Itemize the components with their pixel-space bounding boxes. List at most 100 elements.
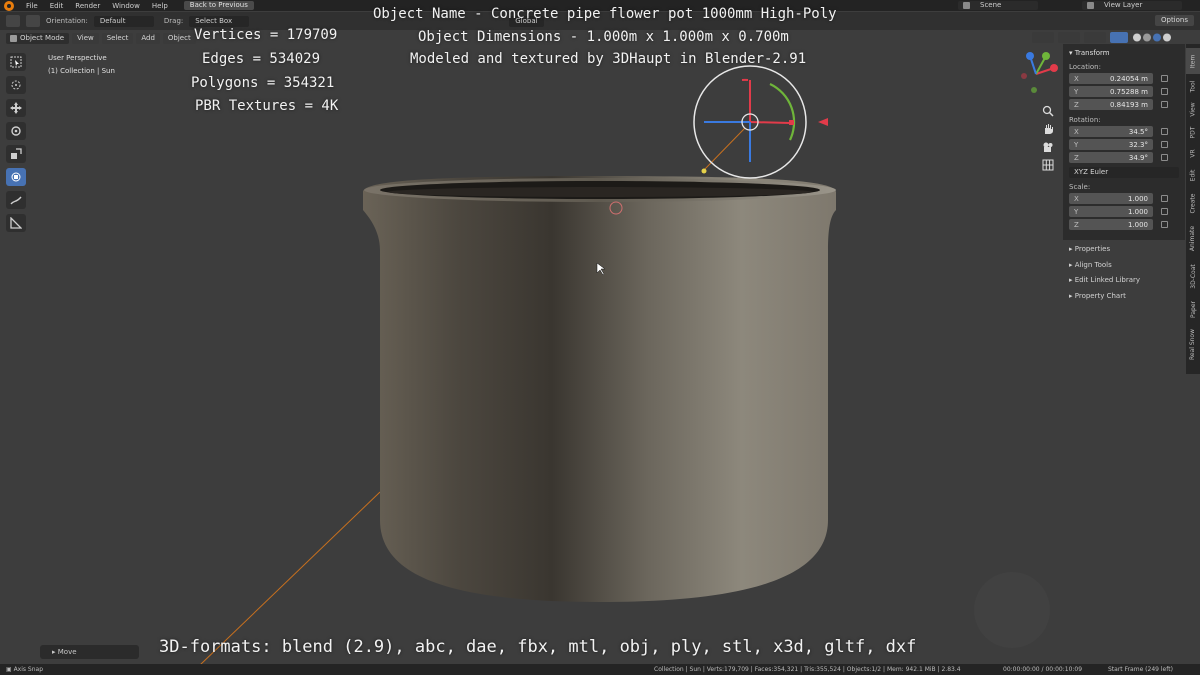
property-chart-section[interactable]: ▸ Property Chart	[1063, 289, 1185, 305]
sidebar-sections: ▸ Properties ▸ Align Tools ▸ Edit Linked…	[1063, 242, 1185, 304]
field-value: 1.000	[1127, 194, 1148, 203]
tab-label: Create	[1189, 193, 1197, 213]
object-menu[interactable]: Object	[162, 32, 196, 44]
menu-edit[interactable]: Edit	[44, 2, 70, 10]
orientation-dropdown[interactable]: Default	[93, 15, 154, 27]
scale-y-field[interactable]: Y 1.000	[1069, 206, 1153, 217]
lock-icon[interactable]	[1161, 88, 1168, 95]
tab-edit[interactable]: Edit	[1186, 164, 1200, 186]
tab-tool[interactable]: Tool	[1186, 76, 1200, 96]
blender-logo-icon[interactable]	[4, 0, 14, 11]
annotate-tool-icon[interactable]	[6, 191, 26, 209]
drag-dropdown[interactable]: Select Box	[189, 15, 250, 27]
back-to-previous-button[interactable]: Back to Previous	[183, 1, 254, 10]
transform-tool-icon[interactable]	[6, 168, 26, 186]
tab-3d-coat[interactable]: 3D-Coat	[1186, 258, 1200, 294]
tab-label: View	[1189, 101, 1197, 117]
sidebar-transform-panel: ▾ Transform Location: X 0.24054 m Y 0.7528…	[1063, 44, 1185, 240]
options-button[interactable]: Options	[1154, 15, 1194, 26]
tab-label: Edit	[1189, 169, 1197, 181]
select-box-tool-icon[interactable]	[6, 53, 26, 71]
view-menu[interactable]: View	[72, 32, 99, 44]
tab-label: Item	[1189, 54, 1197, 68]
scale-label: Scale:	[1069, 183, 1091, 191]
menu-help[interactable]: Help	[146, 2, 174, 10]
pbr-textures-info: PBR Textures = 4K	[195, 98, 339, 114]
pan-hand-icon[interactable]	[1040, 122, 1056, 136]
properties-section[interactable]: ▸ Properties	[1063, 242, 1185, 258]
rotation-y-field[interactable]: Y 32.3°	[1069, 139, 1153, 150]
rotate-tool-icon[interactable]	[6, 122, 26, 140]
cursor-tool-icon[interactable]	[6, 76, 26, 94]
lock-icon[interactable]	[1161, 154, 1168, 161]
scene-selector[interactable]: Scene	[958, 1, 1038, 10]
edit-linked-library-section[interactable]: ▸ Edit Linked Library	[1063, 273, 1185, 289]
field-value: 0.84193 m	[1110, 100, 1148, 109]
rotation-x-field[interactable]: X 34.5°	[1069, 126, 1153, 137]
select-menu[interactable]: Select	[101, 32, 134, 44]
zoom-icon[interactable]	[1040, 104, 1056, 118]
view-navigation-circle[interactable]	[974, 572, 1050, 648]
field-value: 34.9°	[1128, 153, 1148, 162]
section-label: Property Chart	[1074, 291, 1126, 300]
tab-label: VR	[1189, 148, 1197, 158]
measure-tool-icon[interactable]	[6, 214, 26, 232]
object-name-title: Object Name - Concrete pipe flower pot 1…	[373, 6, 837, 22]
active-tool-icon[interactable]	[26, 15, 40, 27]
scale-z-field[interactable]: Z 1.000	[1069, 219, 1153, 230]
drag-label: Drag:	[163, 17, 184, 25]
lock-icon[interactable]	[1161, 221, 1168, 228]
object-mode-dropdown[interactable]: Object Mode	[6, 32, 70, 44]
axis-snap-hint: ▣ Axis Snap	[6, 666, 44, 673]
scale-x-field[interactable]: X 1.000	[1069, 193, 1153, 204]
lock-icon[interactable]	[1161, 101, 1168, 108]
section-label: Properties	[1074, 245, 1111, 253]
perspective-grid-icon[interactable]	[1040, 158, 1056, 172]
tab-label: Animate	[1189, 225, 1197, 251]
menu-window[interactable]: Window	[106, 2, 146, 10]
tab-paper[interactable]: Paper	[1186, 296, 1200, 322]
last-operator-panel[interactable]: ▸ Move	[40, 645, 139, 659]
add-menu[interactable]: Add	[136, 32, 160, 44]
menu-render[interactable]: Render	[69, 2, 106, 10]
lock-icon[interactable]	[1161, 195, 1168, 202]
rotation-z-field[interactable]: Z 34.9°	[1069, 152, 1153, 163]
transform-panel-header[interactable]: ▾ Transform	[1063, 44, 1185, 59]
scale-tool-icon[interactable]	[6, 145, 26, 163]
lock-icon[interactable]	[1161, 75, 1168, 82]
rotation-label: Rotation:	[1069, 116, 1101, 124]
tab-pdt[interactable]: PDT	[1186, 122, 1200, 142]
location-label: Location:	[1069, 63, 1101, 71]
tab-vr[interactable]: VR	[1186, 144, 1200, 162]
lock-icon[interactable]	[1161, 208, 1168, 215]
lock-icon[interactable]	[1161, 141, 1168, 148]
menu-file[interactable]: File	[20, 2, 44, 10]
location-y-field[interactable]: Y 0.75288 m	[1069, 86, 1153, 97]
rotation-x-row: X 34.5°	[1069, 126, 1185, 137]
last-operator-label: Move	[57, 648, 77, 656]
move-tool-icon[interactable]	[6, 99, 26, 117]
location-x-field[interactable]: X 0.24054 m	[1069, 73, 1153, 84]
tab-animate[interactable]: Animate	[1186, 220, 1200, 256]
tab-view[interactable]: View	[1186, 98, 1200, 120]
editor-type-icon[interactable]	[6, 15, 20, 27]
location-z-field[interactable]: Z 0.84193 m	[1069, 99, 1153, 110]
concrete-pot-object[interactable]	[360, 170, 840, 610]
scene-statistics: Collection | Sun | Verts:179,709 | Faces…	[654, 666, 961, 673]
axis-label: Y	[1074, 140, 1079, 149]
tab-real-snow[interactable]: Real Snow	[1186, 324, 1200, 364]
tab-label: Tool	[1189, 80, 1197, 92]
object-dimensions: Object Dimensions - 1.000m x 1.000m x 0.…	[418, 29, 789, 45]
lock-icon[interactable]	[1161, 128, 1168, 135]
view-layer-selector[interactable]: View Layer	[1082, 1, 1182, 10]
scale-z-row: Z 1.000	[1069, 219, 1185, 230]
modeled-by-credit: Modeled and textured by 3DHaupt in Blend…	[410, 51, 807, 67]
viewport-shading-controls[interactable]	[1030, 31, 1190, 45]
align-tools-section[interactable]: ▸ Align Tools	[1063, 258, 1185, 274]
transform-gizmo[interactable]	[690, 62, 830, 187]
tab-create[interactable]: Create	[1186, 188, 1200, 218]
rotation-mode-dropdown[interactable]: XYZ Euler	[1069, 167, 1179, 178]
camera-icon[interactable]	[1040, 140, 1056, 154]
tab-item[interactable]: Item	[1186, 48, 1200, 74]
tab-label: Paper	[1189, 300, 1197, 318]
